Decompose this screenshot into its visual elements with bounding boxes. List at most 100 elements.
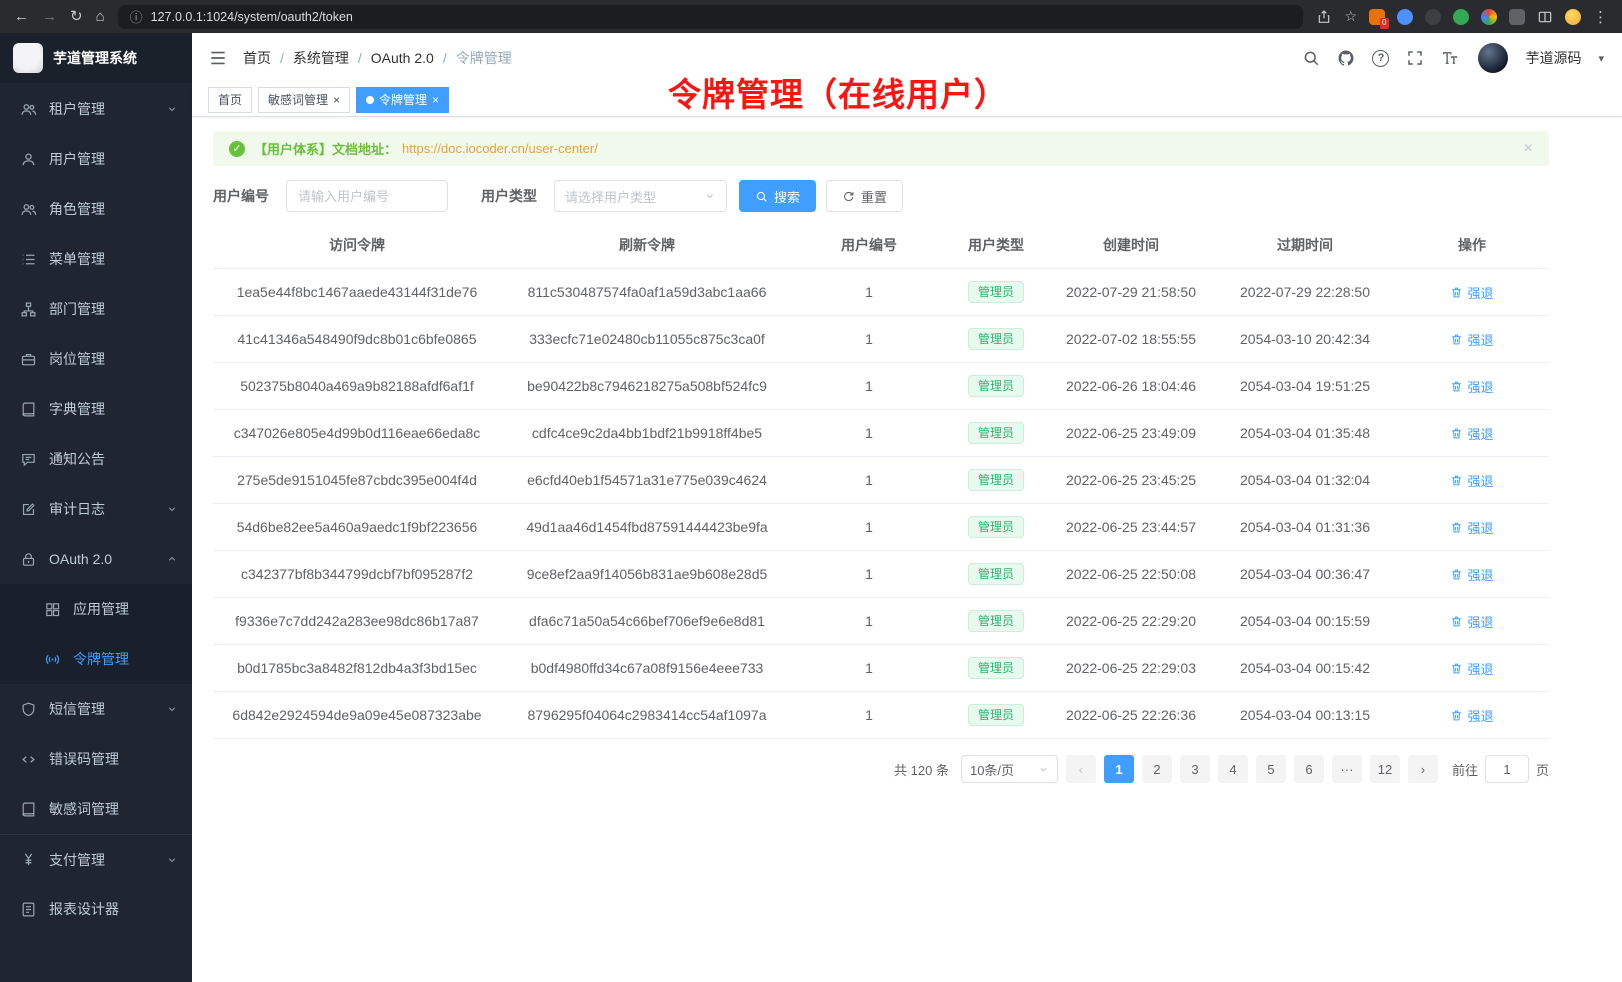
page-button-2[interactable]: 2: [1142, 755, 1172, 783]
force-logout-button[interactable]: 强退: [1450, 612, 1493, 631]
force-logout-button[interactable]: 强退: [1450, 424, 1493, 443]
doc-link[interactable]: https://doc.iocoder.cn/user-center/: [402, 141, 598, 156]
user-type-select[interactable]: 请选择用户类型: [554, 180, 727, 212]
sidebar-item-oauth2-app[interactable]: 应用管理: [0, 584, 192, 634]
app-logo[interactable]: 芋道管理系统: [0, 33, 192, 83]
sidebar-item-sensitive-word[interactable]: 敏感词管理: [0, 784, 192, 834]
select-placeholder: 请选择用户类型: [565, 187, 656, 206]
extension-icon-multicolor[interactable]: [1481, 9, 1497, 25]
help-icon[interactable]: ?: [1372, 50, 1389, 67]
page-button-5[interactable]: 5: [1256, 755, 1286, 783]
page-size-select[interactable]: 10条/页: [961, 755, 1058, 783]
share-icon[interactable]: [1316, 9, 1332, 25]
caret-down-icon[interactable]: ▾: [1598, 52, 1604, 65]
browser-profile-avatar[interactable]: [1565, 9, 1581, 25]
page-button-6[interactable]: 6: [1294, 755, 1324, 783]
force-logout-button[interactable]: 强退: [1450, 565, 1493, 584]
more-pages-button[interactable]: ···: [1332, 755, 1362, 783]
breadcrumb-separator: /: [358, 50, 362, 66]
browser-menu-icon[interactable]: ⋮: [1593, 8, 1608, 26]
cell-user-id: 1: [793, 363, 945, 410]
close-icon[interactable]: ×: [333, 94, 340, 106]
force-logout-label: 强退: [1467, 283, 1493, 302]
url-bar[interactable]: ⓘ 127.0.0.1:1024/system/oauth2/token: [118, 5, 1304, 29]
goto-page-input[interactable]: [1485, 755, 1529, 783]
reset-button[interactable]: 重置: [826, 180, 903, 212]
extension-badge: 0: [1380, 18, 1389, 29]
fullscreen-icon[interactable]: [1406, 49, 1424, 67]
cell-user-id: 1: [793, 457, 945, 504]
sidebar-item-label: 用户管理: [49, 149, 178, 169]
tab-sensitive-word[interactable]: 敏感词管理 ×: [258, 87, 350, 113]
sidebar-item-label: 令牌管理: [73, 649, 178, 669]
force-logout-button[interactable]: 强退: [1450, 471, 1493, 490]
book-icon: [20, 801, 37, 818]
user-type-label: 用户类型: [481, 186, 537, 206]
cell-user-type: 管理员: [945, 316, 1047, 363]
extension-icon-green[interactable]: [1453, 9, 1469, 25]
sidebar-item-label: 角色管理: [49, 199, 178, 219]
sidebar-item-report-designer[interactable]: 报表设计器: [0, 884, 192, 934]
breadcrumb-home[interactable]: 首页: [243, 48, 271, 68]
cell-expires: 2054-03-04 00:15:59: [1215, 598, 1395, 645]
extensions-puzzle-icon[interactable]: [1509, 9, 1525, 25]
force-logout-button[interactable]: 强退: [1450, 377, 1493, 396]
tab-split-icon[interactable]: [1537, 9, 1553, 25]
home-icon[interactable]: ⌂: [96, 9, 105, 24]
force-logout-button[interactable]: 强退: [1450, 330, 1493, 349]
prev-page-button[interactable]: ‹: [1066, 755, 1096, 783]
sidebar-item-audit-log[interactable]: 审计日志: [0, 484, 192, 534]
cell-user-type: 管理员: [945, 363, 1047, 410]
search-icon[interactable]: [1302, 49, 1320, 67]
force-logout-button[interactable]: 强退: [1450, 518, 1493, 537]
extension-icon-orange[interactable]: 0: [1369, 9, 1385, 25]
cell-created: 2022-06-25 23:44:57: [1047, 504, 1215, 551]
site-info-icon[interactable]: ⓘ: [130, 7, 143, 26]
close-icon[interactable]: ×: [432, 94, 439, 106]
page-button-4[interactable]: 4: [1218, 755, 1248, 783]
tab-home[interactable]: 首页: [208, 87, 252, 113]
page-button-1[interactable]: 1: [1104, 755, 1134, 783]
cell-expires: 2054-03-04 01:32:04: [1215, 457, 1395, 504]
page-button-3[interactable]: 3: [1180, 755, 1210, 783]
user-avatar[interactable]: [1478, 43, 1508, 73]
active-dot: [366, 96, 374, 104]
sidebar-item-user[interactable]: 用户管理: [0, 134, 192, 184]
sidebar-menu: 租户管理 用户管理 角色管理 菜单管理 部门管理 岗位管理: [0, 83, 192, 982]
next-page-button[interactable]: ›: [1408, 755, 1438, 783]
sidebar-item-notice[interactable]: 通知公告: [0, 434, 192, 484]
bookmark-star-icon[interactable]: ☆: [1344, 8, 1357, 25]
breadcrumb-oauth2[interactable]: OAuth 2.0: [371, 50, 434, 66]
sidebar-item-oauth2-token[interactable]: 令牌管理: [0, 634, 192, 684]
table-row: f9336e7c7dd242a283ee98dc86b17a87 dfa6c71…: [213, 598, 1549, 645]
extension-icon-blue[interactable]: [1397, 9, 1413, 25]
force-logout-button[interactable]: 强退: [1450, 706, 1493, 725]
sidebar-fold-icon[interactable]: [208, 48, 228, 68]
sidebar-item-tenant[interactable]: 租户管理: [0, 84, 192, 134]
sidebar-item-post[interactable]: 岗位管理: [0, 334, 192, 384]
github-icon[interactable]: [1337, 49, 1355, 67]
sidebar-item-role[interactable]: 角色管理: [0, 184, 192, 234]
sidebar-item-error-code[interactable]: 错误码管理: [0, 734, 192, 784]
breadcrumb-system[interactable]: 系统管理: [293, 48, 349, 68]
sidebar-item-sms[interactable]: 短信管理: [0, 684, 192, 734]
force-logout-button[interactable]: 强退: [1450, 283, 1493, 302]
sidebar-item-payment[interactable]: 支付管理: [0, 834, 192, 884]
sidebar-item-menu[interactable]: 菜单管理: [0, 234, 192, 284]
username[interactable]: 芋道源码: [1525, 48, 1581, 68]
reload-icon[interactable]: ↻: [70, 9, 83, 24]
forward-icon[interactable]: →: [42, 9, 57, 24]
extension-icon-dark[interactable]: [1425, 9, 1441, 25]
sidebar-item-dict[interactable]: 字典管理: [0, 384, 192, 434]
force-logout-button[interactable]: 强退: [1450, 659, 1493, 678]
back-icon[interactable]: ←: [14, 9, 29, 24]
font-size-icon[interactable]: [1441, 49, 1459, 67]
page-button-12[interactable]: 12: [1370, 755, 1400, 783]
sidebar-item-oauth2[interactable]: OAuth 2.0: [0, 534, 192, 584]
token-table: 访问令牌 刷新令牌 用户编号 用户类型 创建时间 过期时间 操作 1ea5e44…: [213, 222, 1549, 739]
tab-token-management[interactable]: 令牌管理 ×: [356, 87, 449, 113]
user-id-input[interactable]: [286, 180, 448, 212]
search-button[interactable]: 搜索: [739, 180, 816, 212]
close-icon[interactable]: ×: [1524, 140, 1533, 158]
sidebar-item-dept[interactable]: 部门管理: [0, 284, 192, 334]
